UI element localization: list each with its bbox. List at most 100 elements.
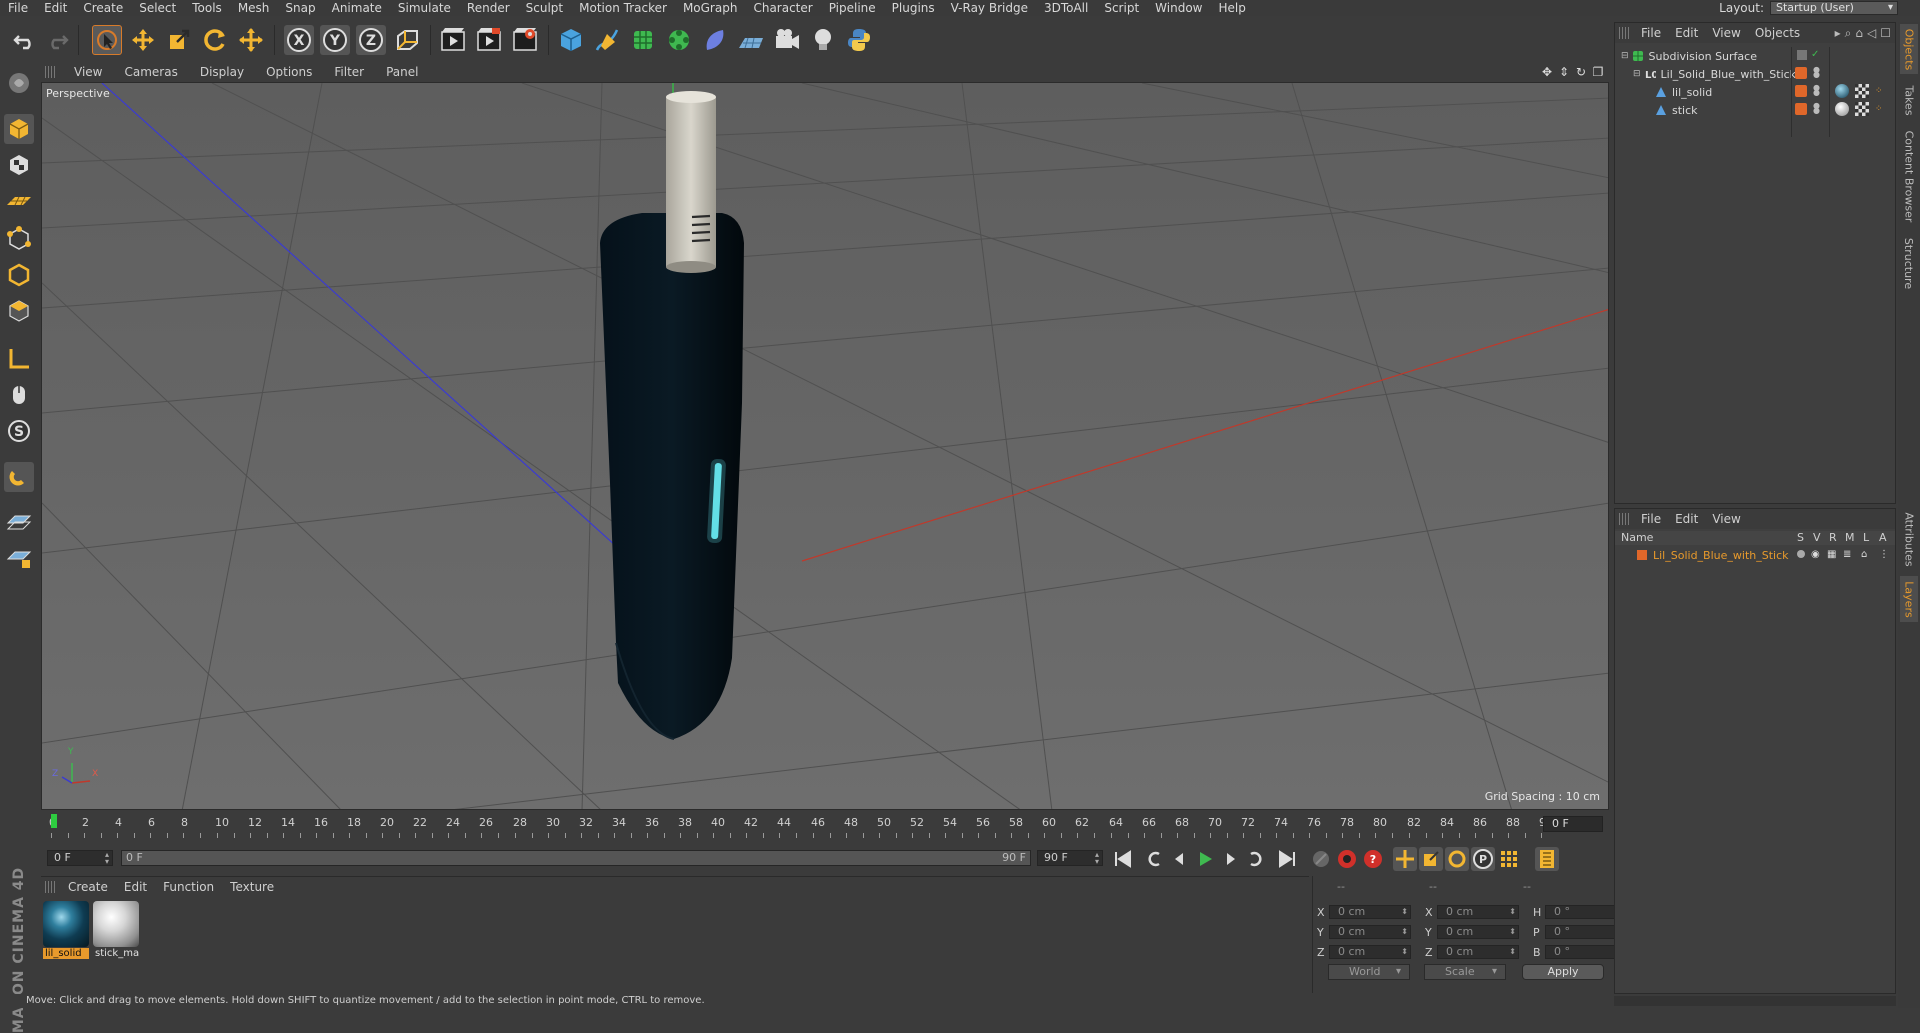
key-rotation-icon[interactable] xyxy=(1445,847,1469,871)
array-icon[interactable] xyxy=(664,25,694,55)
layout-dropdown[interactable]: Startup (User) xyxy=(1770,1,1898,15)
viewport-menu-filter[interactable]: Filter xyxy=(321,65,373,79)
objects-menu-objects[interactable]: Objects xyxy=(1749,26,1808,40)
layer-color-badge[interactable] xyxy=(1795,85,1807,97)
objects-menu-file[interactable]: File xyxy=(1635,26,1669,40)
model-mode-icon[interactable] xyxy=(4,114,34,144)
orbit-icon[interactable]: ↻ xyxy=(1574,65,1588,79)
render-view-icon[interactable] xyxy=(438,25,468,55)
prev-key-icon[interactable] xyxy=(1141,847,1165,871)
menu-file[interactable]: File xyxy=(0,0,36,16)
back-icon[interactable]: ◁ xyxy=(1867,26,1876,41)
polygons-mode-icon[interactable] xyxy=(4,296,34,326)
floor-icon[interactable] xyxy=(736,25,766,55)
tweak-mode-icon[interactable] xyxy=(4,380,34,410)
rotate-icon[interactable] xyxy=(200,25,230,55)
key-position-icon[interactable] xyxy=(1393,847,1417,871)
axis-mode-icon[interactable] xyxy=(4,344,34,374)
go-to-start-icon[interactable] xyxy=(1111,847,1135,871)
search-icon[interactable]: ⌕ xyxy=(1845,26,1852,41)
record-icon[interactable] xyxy=(1335,847,1359,871)
tab-attributes[interactable]: Attributes xyxy=(1900,506,1918,572)
x-axis-icon[interactable]: X xyxy=(284,25,314,55)
tab-structure[interactable]: Structure xyxy=(1900,230,1918,296)
material-menu-edit[interactable]: Edit xyxy=(117,880,156,894)
deformer-icon[interactable] xyxy=(700,25,730,55)
col-name[interactable]: Name xyxy=(1621,531,1653,545)
menu-window[interactable]: Window xyxy=(1147,0,1210,16)
uvw-tag-icon[interactable]: ⁘ xyxy=(1875,104,1883,114)
menu-animate[interactable]: Animate xyxy=(324,0,390,16)
3d-viewport[interactable]: Perspective Grid Spacing : 10 cm Y X Z xyxy=(41,82,1609,810)
object-row[interactable]: lil_solid xyxy=(1615,83,1895,101)
menu-simulate[interactable]: Simulate xyxy=(390,0,459,16)
viewport-menu-view[interactable]: View xyxy=(61,65,111,79)
more-arrow-icon[interactable]: ▸ xyxy=(1835,26,1841,41)
move-icon[interactable] xyxy=(128,25,158,55)
edit-render-settings-icon[interactable] xyxy=(510,25,540,55)
timeline[interactable]: 0246810121416182022242628303234363840424… xyxy=(41,812,1609,840)
object-row[interactable]: ⊟ Subdivision Surface xyxy=(1615,47,1895,65)
collapse-toggle-icon[interactable]: ⊟ xyxy=(1633,69,1641,79)
make-editable-icon[interactable] xyxy=(4,68,34,98)
menu-pipeline[interactable]: Pipeline xyxy=(821,0,884,16)
timeline-playhead[interactable] xyxy=(51,814,57,828)
viewport-menu-panel[interactable]: Panel xyxy=(373,65,427,79)
col-animation[interactable]: A xyxy=(1879,531,1887,545)
edges-mode-icon[interactable] xyxy=(4,260,34,290)
size-z-field[interactable]: 0 cm xyxy=(1437,945,1519,959)
viewport-menu-options[interactable]: Options xyxy=(253,65,321,79)
redo-icon[interactable] xyxy=(42,25,72,55)
cube-icon[interactable] xyxy=(556,25,586,55)
next-key-icon[interactable] xyxy=(1245,847,1269,871)
col-locked[interactable]: L xyxy=(1863,531,1869,545)
layer-color-swatch[interactable] xyxy=(1637,550,1647,560)
viewport-menu-display[interactable]: Display xyxy=(187,65,253,79)
prev-frame-icon[interactable] xyxy=(1167,847,1191,871)
visibility-dots-icon[interactable]: ● ● xyxy=(1813,66,1820,79)
horizontal-scrollbar[interactable] xyxy=(1614,996,1896,1006)
menu-character[interactable]: Character xyxy=(745,0,820,16)
snapping-icon[interactable]: S xyxy=(4,416,34,446)
solo-dot-icon[interactable] xyxy=(1797,550,1805,558)
key-pla-icon[interactable] xyxy=(1497,847,1521,871)
col-render[interactable]: R xyxy=(1829,531,1837,545)
scale-icon[interactable] xyxy=(164,25,194,55)
timeline-window-icon[interactable] xyxy=(1535,847,1559,871)
menu-render[interactable]: Render xyxy=(459,0,518,16)
y-axis-icon[interactable]: Y xyxy=(320,25,350,55)
object-row[interactable]: stick xyxy=(1615,101,1895,119)
home-icon[interactable]: ⌂ xyxy=(1855,26,1863,41)
python-icon[interactable] xyxy=(844,25,874,55)
play-icon[interactable] xyxy=(1193,847,1217,871)
texture-tag-icon[interactable] xyxy=(1855,102,1869,116)
end-frame-field[interactable]: 90 F ▴ ▾ xyxy=(1037,850,1103,866)
workplane-mode-icon[interactable] xyxy=(4,186,34,216)
dolly-icon[interactable]: ⇕ xyxy=(1557,65,1571,79)
objects-menu-edit[interactable]: Edit xyxy=(1669,26,1706,40)
frame-range-slider[interactable]: 0 F 90 F xyxy=(121,850,1031,866)
enable-axis-icon[interactable] xyxy=(4,506,34,536)
key-scale-icon[interactable] xyxy=(1419,847,1443,871)
layers-menu-view[interactable]: View xyxy=(1706,512,1748,526)
menu-motion-tracker[interactable]: Motion Tracker xyxy=(571,0,675,16)
last-tool-icon[interactable] xyxy=(236,25,266,55)
uvw-tag-icon[interactable]: ⁘ xyxy=(1875,86,1883,96)
material-menu-texture[interactable]: Texture xyxy=(223,880,283,894)
size-y-field[interactable]: 0 cm xyxy=(1437,925,1519,939)
layer-color-badge[interactable] xyxy=(1795,67,1807,79)
apply-button[interactable]: Apply xyxy=(1522,964,1604,980)
layer-color-badge[interactable] xyxy=(1795,103,1807,115)
z-axis-icon[interactable]: Z xyxy=(356,25,386,55)
layers-menu-file[interactable]: File xyxy=(1635,512,1669,526)
col-view[interactable]: V xyxy=(1813,531,1821,545)
material-menu-function[interactable]: Function xyxy=(156,880,223,894)
layer-toggle[interactable] xyxy=(1797,50,1807,60)
material-tag-icon[interactable] xyxy=(1835,102,1849,116)
eye-icon[interactable]: ◉ xyxy=(1811,549,1820,560)
go-to-end-icon[interactable] xyxy=(1275,847,1299,871)
viewport-menu-cameras[interactable]: Cameras xyxy=(111,65,186,79)
key-parameter-icon[interactable]: P xyxy=(1471,847,1495,871)
panel-grip[interactable] xyxy=(45,66,55,78)
collapse-toggle-icon[interactable]: ⊟ xyxy=(1621,51,1629,61)
